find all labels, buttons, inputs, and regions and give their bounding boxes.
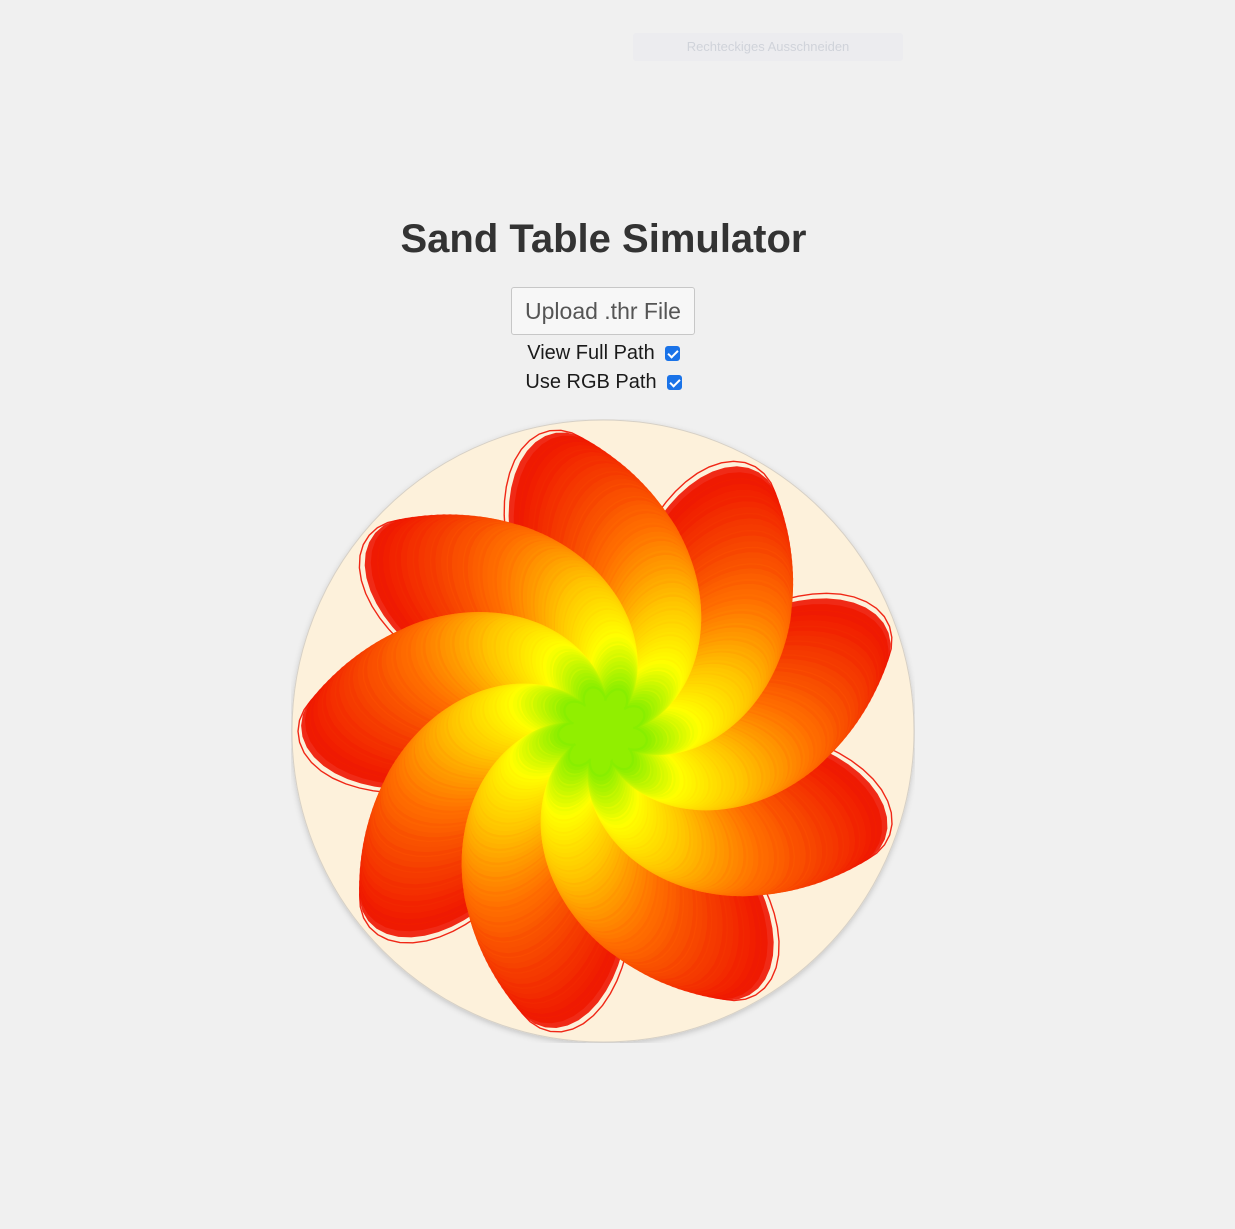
view-full-path-checkbox[interactable] <box>664 345 680 361</box>
snip-tooltip: Rechteckiges Ausschneiden <box>633 33 903 61</box>
use-rgb-path-checkbox[interactable] <box>666 374 682 390</box>
page-title: Sand Table Simulator <box>400 217 807 261</box>
view-full-path-label: View Full Path <box>527 341 655 364</box>
use-rgb-path-label: Use RGB Path <box>525 370 657 393</box>
view-full-path-option[interactable]: View Full Path <box>0 340 1207 366</box>
upload-thr-file-button[interactable]: Upload .thr File <box>511 287 695 335</box>
sand-table-canvas <box>291 419 915 1043</box>
use-rgb-path-option[interactable]: Use RGB Path <box>0 369 1207 395</box>
